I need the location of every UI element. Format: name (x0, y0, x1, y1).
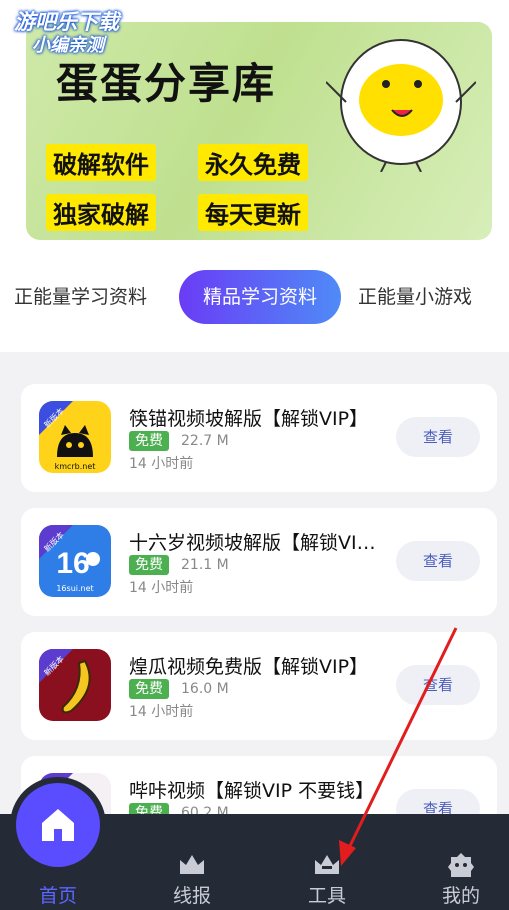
banana-app-icon: 新版本 (39, 649, 111, 721)
app-card[interactable]: 新版本 kmcrb.net 筷锚视频坡解版【解锁VIP】 免费 22.7 M 1… (21, 384, 497, 492)
toolbox-icon (315, 855, 339, 874)
nav-tools-label: 工具 (307, 885, 346, 907)
nav-deals[interactable]: 线报 (142, 814, 242, 910)
app-size: 16.0 M (181, 681, 229, 697)
banner-tag: 破解软件 (46, 144, 156, 181)
profile-icon (448, 853, 474, 877)
tab-positive-study[interactable]: 正能量学习资料 (14, 270, 164, 324)
home-button[interactable] (16, 783, 100, 867)
free-badge: 免费 (129, 679, 169, 699)
banner-tag: 每天更新 (198, 194, 308, 231)
category-tabs: 正能量学习资料 精品学习资料 正能量小游戏 (0, 270, 509, 324)
banner-title: 蛋蛋分享库 (56, 59, 277, 108)
app-title: 哔咔视频【解锁VIP 不要钱】 (129, 780, 375, 802)
egg-mascot-icon (326, 39, 476, 172)
app-card[interactable]: 新版本 煌瓜视频免费版【解锁VIP】 免费 16.0 M 14 小时前 查看 (21, 632, 497, 740)
watermark-line2: 小编亲测 (32, 35, 104, 56)
crown-icon (180, 855, 204, 874)
app-time: 14 小时前 (129, 456, 194, 472)
app-title: 十六岁视频坡解版【解锁VIP】 (129, 532, 379, 554)
free-badge: 免费 (129, 431, 169, 451)
tab-positive-games[interactable]: 正能量小游戏 (358, 270, 498, 324)
kmcrb-app-icon: 新版本 kmcrb.net (39, 401, 111, 473)
watermark: 游吧乐下载 小编亲测 (14, 10, 119, 58)
app-title: 筷锚视频坡解版【解锁VIP】 (129, 408, 369, 430)
nav-tools[interactable]: 工具 (277, 814, 377, 910)
app-size: 22.7 M (181, 433, 229, 449)
view-button[interactable]: 查看 (396, 541, 480, 581)
nav-profile-label: 我的 (441, 885, 480, 907)
view-button[interactable]: 查看 (396, 665, 480, 705)
free-badge: 免费 (129, 555, 169, 575)
banner-tag: 永久免费 (198, 144, 308, 181)
banner-tag: 独家破解 (46, 194, 156, 231)
view-button[interactable]: 查看 (396, 417, 480, 457)
app-title: 煌瓜视频免费版【解锁VIP】 (129, 656, 369, 678)
nav-deals-label: 线报 (172, 885, 211, 907)
tab-premium-study[interactable]: 精品学习资料 (179, 270, 341, 324)
watermark-line1: 游吧乐下载 (14, 10, 119, 34)
icon-caption: kmcrb.net (55, 462, 96, 471)
home-icon (42, 809, 74, 841)
nav-home-label: 首页 (38, 885, 77, 907)
nav-profile[interactable]: 我的 (411, 814, 509, 910)
16sui-app-icon: 新版本 16 16sui.net (39, 525, 111, 597)
app-time: 14 小时前 (129, 704, 194, 720)
app-size: 21.1 M (181, 557, 229, 573)
svg-text:16: 16 (56, 547, 89, 580)
app-card[interactable]: 新版本 16 16sui.net 十六岁视频坡解版【解锁VIP】 免费 21.1… (21, 508, 497, 616)
icon-caption: 16sui.net (56, 584, 93, 593)
app-time: 14 小时前 (129, 580, 194, 596)
